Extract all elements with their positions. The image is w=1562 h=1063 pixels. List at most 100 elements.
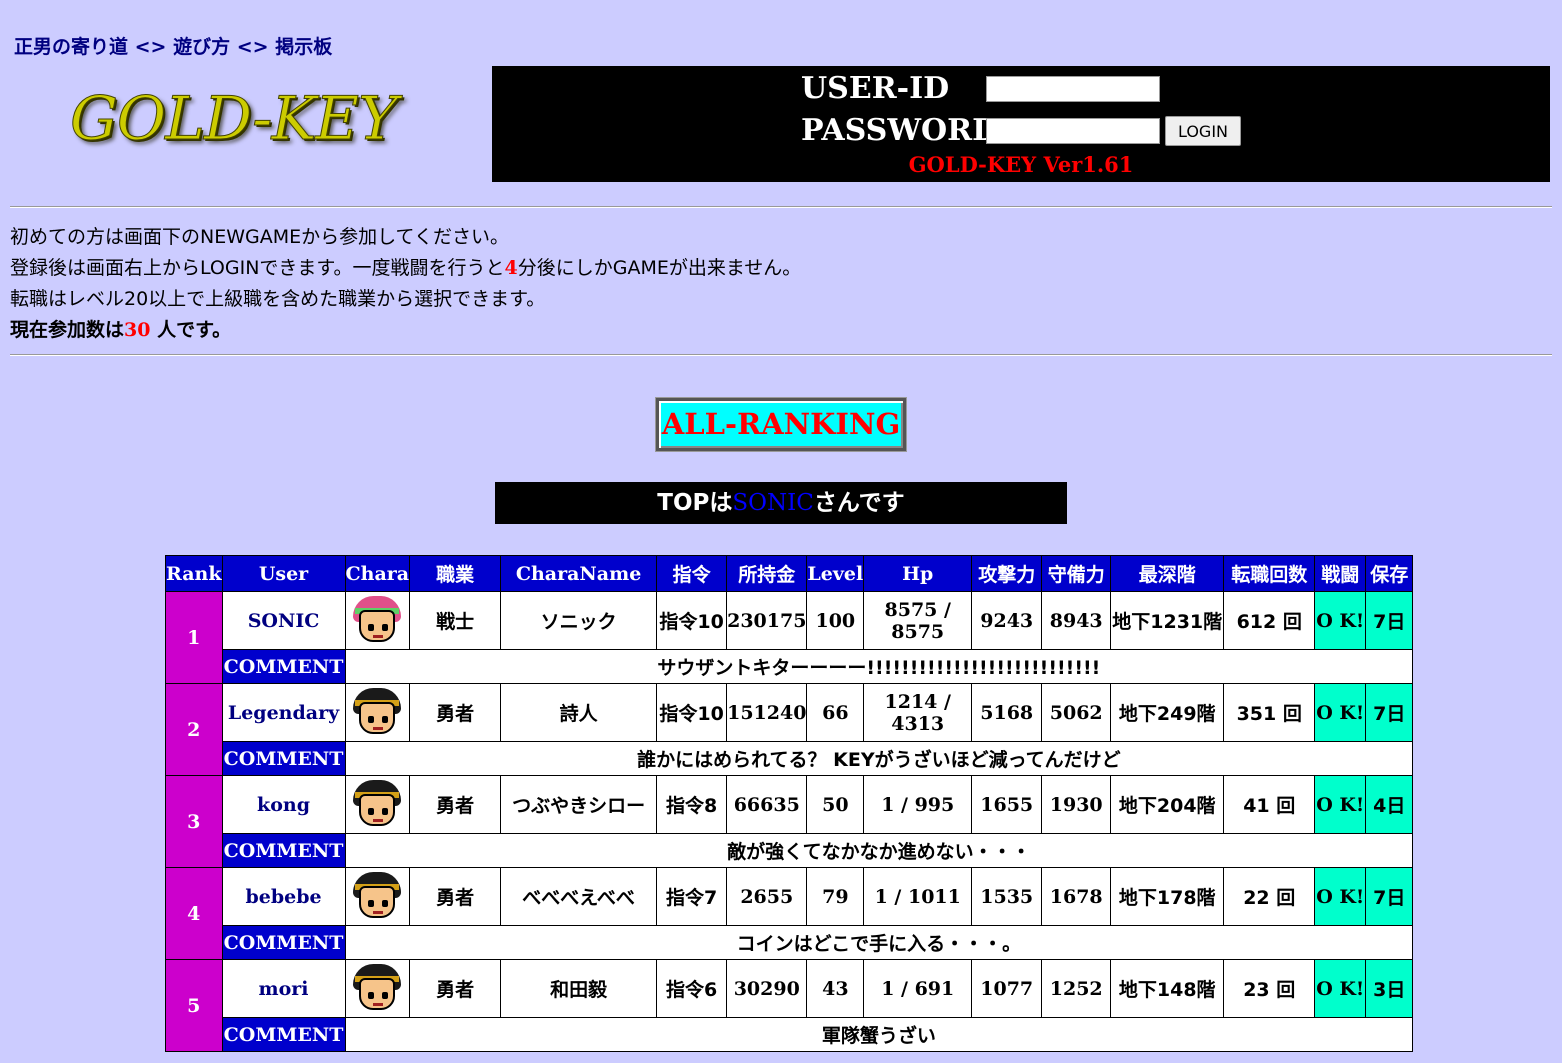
job-cell: 勇者 bbox=[409, 867, 502, 926]
save-days-cell: 7日 bbox=[1365, 591, 1414, 650]
breadcrumb: 正男の寄り道 <> 遊び方 <> 掲示板 bbox=[14, 32, 332, 59]
rank-cell: 2 bbox=[165, 683, 223, 776]
chara-name-cell: べべべえべべ bbox=[500, 867, 658, 926]
user-link[interactable]: Legendary bbox=[221, 683, 346, 742]
job-change-cell: 41 回 bbox=[1223, 775, 1316, 834]
all-ranking-button[interactable]: ALL-RANKING bbox=[655, 397, 907, 452]
chara-name-cell: 和田毅 bbox=[500, 959, 658, 1018]
column-header: 守備力 bbox=[1041, 555, 1112, 592]
defense-cell: 5062 bbox=[1041, 683, 1112, 742]
notice-line: 登録後は画面右上からLOGINできます。一度戦闘を行うと4分後にしかGAMEが出… bbox=[10, 257, 802, 279]
level-cell: 43 bbox=[806, 959, 865, 1018]
chara-name-cell: つぶやきシロー bbox=[500, 775, 658, 834]
login-button[interactable]: LOGIN bbox=[1165, 116, 1241, 146]
table-row: 5 mori 勇者 和田毅 指令6 30290 43 1 / 691 1077 1252 地下148… bbox=[165, 959, 1414, 1052]
warrior-avatar bbox=[349, 593, 406, 648]
hp-cell: 1 / 995 bbox=[863, 775, 973, 834]
comment-text: 敵が強くてなかなか進めない・・・ bbox=[344, 833, 1414, 868]
money-cell: 230175 bbox=[726, 591, 808, 650]
comment-row: COMMENT 軍隊蟹うざい bbox=[166, 1017, 1414, 1052]
breadcrumb-home-link[interactable]: 正男の寄り道 bbox=[14, 36, 128, 58]
user-link[interactable]: SONIC bbox=[221, 591, 346, 650]
comment-label: COMMENT bbox=[221, 925, 346, 960]
battle-status-cell: O K! bbox=[1314, 775, 1367, 834]
divider bbox=[10, 206, 1552, 208]
table-row: 4 bebebe 勇者 べべべえべべ 指令7 2655 79 1 / 1011 1535 1678… bbox=[165, 867, 1414, 960]
job-change-cell: 612 回 bbox=[1223, 591, 1316, 650]
column-header: 戦闘 bbox=[1314, 555, 1367, 592]
job-change-cell: 351 回 bbox=[1223, 683, 1316, 742]
ranking-header-row: Rank User Chara 職業 CharaName 指令 所持金 Leve… bbox=[165, 555, 1414, 592]
password-input[interactable] bbox=[986, 118, 1160, 144]
column-header: CharaName bbox=[500, 555, 658, 592]
rank-cell: 4 bbox=[165, 867, 223, 960]
job-change-cell: 22 回 bbox=[1223, 867, 1316, 926]
defense-cell: 1252 bbox=[1041, 959, 1112, 1018]
defense-cell: 8943 bbox=[1041, 591, 1112, 650]
divider bbox=[10, 354, 1552, 356]
breadcrumb-separator: <> bbox=[134, 36, 167, 58]
save-days-cell: 4日 bbox=[1365, 775, 1414, 834]
chara-cell bbox=[344, 591, 411, 650]
money-cell: 66635 bbox=[726, 775, 808, 834]
column-header: Hp bbox=[863, 555, 973, 592]
defense-cell: 1678 bbox=[1041, 867, 1112, 926]
hero-avatar bbox=[349, 869, 406, 924]
hero-avatar bbox=[349, 777, 406, 832]
table-row: 1 SONIC 戦士 ソニック 指令10 230175 100 8575 / 8575 9243… bbox=[165, 591, 1414, 684]
version-label: GOLD-KEY Ver1.61 bbox=[908, 152, 1134, 177]
comment-text: 誰かにはめられてる？ KEYがうざいほど減ってんだけど bbox=[344, 741, 1414, 776]
money-cell: 30290 bbox=[726, 959, 808, 1018]
chara-cell bbox=[344, 867, 411, 926]
comment-label: COMMENT bbox=[221, 1017, 346, 1052]
column-header: User bbox=[221, 555, 346, 592]
level-cell: 79 bbox=[806, 867, 865, 926]
comment-label: COMMENT bbox=[221, 833, 346, 868]
top-player-banner: TOPはSONICさんです bbox=[495, 482, 1067, 524]
comment-row: COMMENT コインはどこで手に入る・・・。 bbox=[166, 925, 1414, 960]
chara-name-cell: ソニック bbox=[500, 591, 658, 650]
notice-text: 初めての方は画面下のNEWGAMEから参加してください。 登録後は画面右上からL… bbox=[10, 222, 801, 346]
attack-cell: 9243 bbox=[971, 591, 1043, 650]
chara-name-cell: 詩人 bbox=[500, 683, 658, 742]
floor-cell: 地下178階 bbox=[1110, 867, 1225, 926]
comment-text: サウザントキターーーー!!!!!!!!!!!!!!!!!!!!!!!!!!! bbox=[344, 649, 1414, 684]
money-cell: 2655 bbox=[726, 867, 808, 926]
user-link[interactable]: kong bbox=[221, 775, 346, 834]
column-header: 最深階 bbox=[1110, 555, 1225, 592]
battle-status-cell: O K! bbox=[1314, 591, 1367, 650]
hero-avatar bbox=[349, 685, 406, 740]
column-header: Chara bbox=[344, 555, 411, 592]
hero-avatar bbox=[349, 961, 406, 1016]
floor-cell: 地下1231階 bbox=[1110, 591, 1225, 650]
save-days-cell: 7日 bbox=[1365, 867, 1414, 926]
order-cell: 指令10 bbox=[656, 591, 728, 650]
chara-cell bbox=[344, 683, 411, 742]
save-days-cell: 3日 bbox=[1365, 959, 1414, 1018]
gold-key-logo: GOLD-KEY bbox=[70, 84, 399, 155]
battle-status-cell: O K! bbox=[1314, 683, 1367, 742]
user-link[interactable]: bebebe bbox=[221, 867, 346, 926]
rank-cell: 1 bbox=[165, 591, 223, 684]
money-cell: 151240 bbox=[726, 683, 808, 742]
column-header: 転職回数 bbox=[1223, 555, 1316, 592]
chara-cell bbox=[344, 775, 411, 834]
table-row: 2 Legendary 勇者 詩人 指令10 151240 66 1214 / 4313 516… bbox=[165, 683, 1414, 776]
job-cell: 勇者 bbox=[409, 959, 502, 1018]
breadcrumb-board-link[interactable]: 掲示板 bbox=[275, 36, 332, 58]
battle-status-cell: O K! bbox=[1314, 867, 1367, 926]
user-link[interactable]: mori bbox=[221, 959, 346, 1018]
breadcrumb-howto-link[interactable]: 遊び方 bbox=[173, 36, 230, 58]
floor-cell: 地下249階 bbox=[1110, 683, 1225, 742]
level-cell: 100 bbox=[806, 591, 865, 650]
rank-cell: 5 bbox=[165, 959, 223, 1052]
level-cell: 50 bbox=[806, 775, 865, 834]
comment-label: COMMENT bbox=[221, 741, 346, 776]
comment-label: COMMENT bbox=[221, 649, 346, 684]
job-cell: 勇者 bbox=[409, 775, 502, 834]
column-header: Level bbox=[806, 555, 865, 592]
userid-input[interactable] bbox=[986, 76, 1160, 102]
comment-text: 軍隊蟹うざい bbox=[344, 1017, 1414, 1052]
job-cell: 勇者 bbox=[409, 683, 502, 742]
attack-cell: 1535 bbox=[971, 867, 1043, 926]
